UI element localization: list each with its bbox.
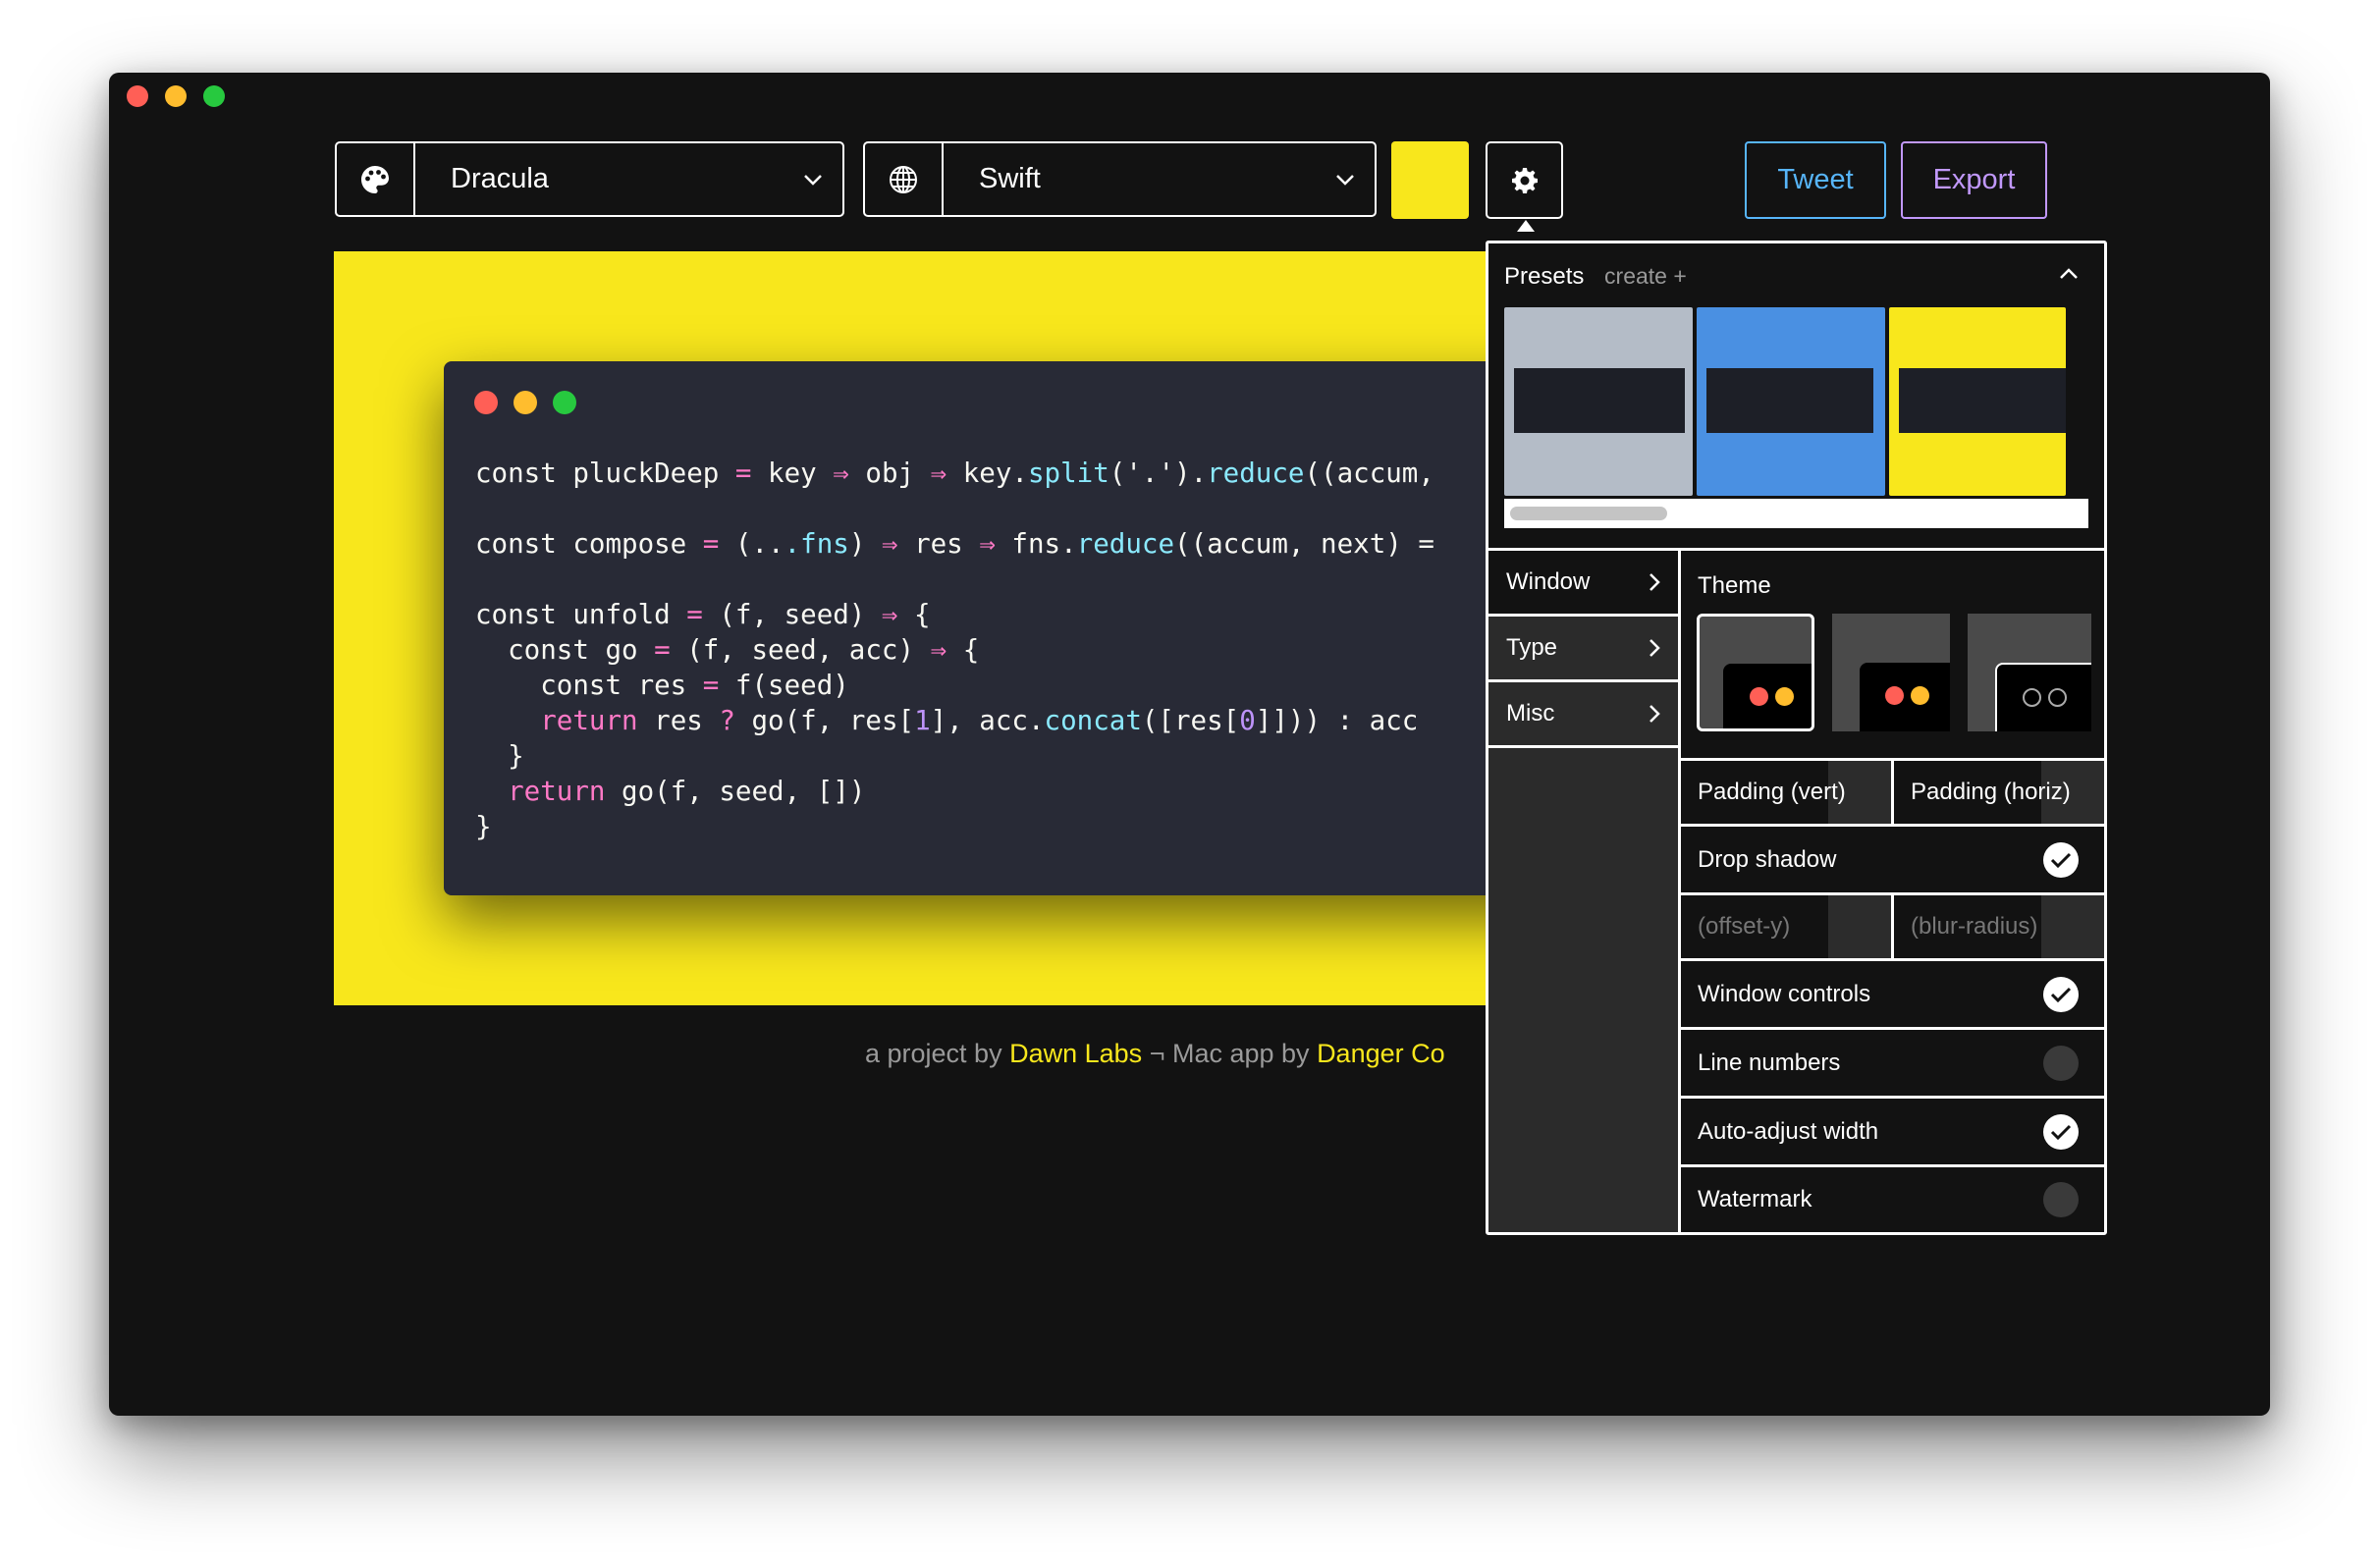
language-dropdown[interactable]: Swift xyxy=(863,141,1377,217)
unchecked-circle-icon xyxy=(2043,1182,2079,1217)
close-dot xyxy=(474,391,498,414)
background-color-picker[interactable] xyxy=(1391,141,1469,219)
auto-adjust-width-toggle[interactable]: Auto-adjust width xyxy=(1681,1096,2104,1164)
chevron-right-icon xyxy=(1650,573,1660,591)
theme-dropdown[interactable]: Dracula xyxy=(335,141,844,217)
watermark-toggle[interactable]: Watermark xyxy=(1681,1164,2104,1232)
window-controls-toggle[interactable]: Window controls xyxy=(1681,958,2104,1027)
app-window: Dracula Swift Tweet Export const pluckDe… xyxy=(109,73,2270,1416)
theme-option-bw[interactable] xyxy=(1832,614,1950,731)
checkmark-icon xyxy=(2043,1113,2079,1150)
settings-panel: Presets create + Window Type Misc Theme … xyxy=(1486,241,2107,1235)
settings-menu: Window Type Misc xyxy=(1488,551,1681,1232)
padding-row: Padding (vert) Padding (horiz) xyxy=(1681,758,2104,824)
globe-icon xyxy=(865,143,944,215)
menu-item-label: Window xyxy=(1506,568,1591,595)
theme-option-outline[interactable] xyxy=(1968,614,2091,731)
shadow-settings-row: (offset-y) (blur-radius) xyxy=(1681,892,2104,958)
watermark-label: Watermark xyxy=(1698,1186,1812,1212)
line-numbers-label: Line numbers xyxy=(1698,1049,1841,1076)
window-controls xyxy=(127,85,225,107)
drop-shadow-toggle[interactable]: Drop shadow xyxy=(1681,824,2104,892)
drop-shadow-label: Drop shadow xyxy=(1698,845,1837,873)
checkmark-icon xyxy=(2043,841,2079,878)
language-dropdown-value: Swift xyxy=(979,163,1041,194)
export-button[interactable]: Export xyxy=(1901,141,2047,219)
presets-scrollbar[interactable] xyxy=(1504,499,2088,528)
padding-horiz-input[interactable]: Padding (horiz) xyxy=(1891,761,2104,824)
window-controls-label: Window controls xyxy=(1698,980,1871,1007)
auto-adjust-width-label: Auto-adjust width xyxy=(1698,1117,1879,1145)
settings-content: Theme Padding (vert) Padding (horiz) Dro… xyxy=(1681,551,2104,1232)
theme-title: Theme xyxy=(1698,572,1771,599)
code-editor[interactable]: const pluckDeep = key ⇒ obj ⇒ key.split(… xyxy=(475,456,1434,844)
code-canvas: const pluckDeep = key ⇒ obj ⇒ key.split(… xyxy=(334,251,1610,1005)
menu-item-misc[interactable]: Misc xyxy=(1488,682,1678,748)
menu-item-window[interactable]: Window xyxy=(1488,551,1678,617)
padding-vert-input[interactable]: Padding (vert) xyxy=(1681,761,1891,824)
checkmark-icon xyxy=(2043,976,2079,1012)
maximize-window-button[interactable] xyxy=(203,85,225,107)
code-window-controls xyxy=(474,391,576,414)
chevron-down-icon xyxy=(784,174,842,186)
unchecked-circle-icon xyxy=(2043,1045,2079,1081)
dawn-labs-link[interactable]: Dawn Labs xyxy=(1009,1039,1142,1068)
theme-dropdown-value: Dracula xyxy=(451,163,549,194)
menu-item-label: Type xyxy=(1506,634,1558,661)
palette-icon xyxy=(337,143,415,215)
minimize-window-button[interactable] xyxy=(165,85,187,107)
create-preset-button[interactable]: create + xyxy=(1604,263,1687,289)
preset-thumbnail[interactable] xyxy=(1889,307,2066,496)
tweet-button[interactable]: Tweet xyxy=(1745,141,1886,219)
chevron-right-icon xyxy=(1650,639,1660,657)
menu-item-type[interactable]: Type xyxy=(1488,617,1678,682)
presets-header: Presets create + xyxy=(1504,263,1687,291)
presets-title: Presets xyxy=(1504,263,1585,290)
theme-option-sharp[interactable] xyxy=(1697,614,1814,731)
code-window: const pluckDeep = key ⇒ obj ⇒ key.split(… xyxy=(444,361,1610,895)
gear-icon xyxy=(1511,167,1538,193)
blur-radius-input[interactable]: (blur-radius) xyxy=(1891,895,2104,958)
footer-prefix: a project by xyxy=(865,1039,1002,1068)
settings-button[interactable] xyxy=(1486,141,1563,232)
offset-y-input[interactable]: (offset-y) xyxy=(1681,895,1891,958)
footer: a project by Dawn Labs ¬ Mac app by Dang… xyxy=(865,1039,1445,1069)
chevron-down-icon xyxy=(1316,174,1375,186)
line-numbers-toggle[interactable]: Line numbers xyxy=(1681,1027,2104,1096)
minimize-dot xyxy=(514,391,537,414)
menu-item-label: Misc xyxy=(1506,700,1555,727)
close-window-button[interactable] xyxy=(127,85,148,107)
footer-separator: ¬ Mac app by xyxy=(1149,1039,1310,1068)
chevron-up-icon[interactable] xyxy=(2059,267,2079,285)
preset-thumbnail[interactable] xyxy=(1504,307,1693,496)
danger-co-link[interactable]: Danger Co xyxy=(1317,1039,1445,1068)
chevron-right-icon xyxy=(1650,705,1660,723)
maximize-dot xyxy=(553,391,576,414)
preset-thumbnail[interactable] xyxy=(1697,307,1885,496)
